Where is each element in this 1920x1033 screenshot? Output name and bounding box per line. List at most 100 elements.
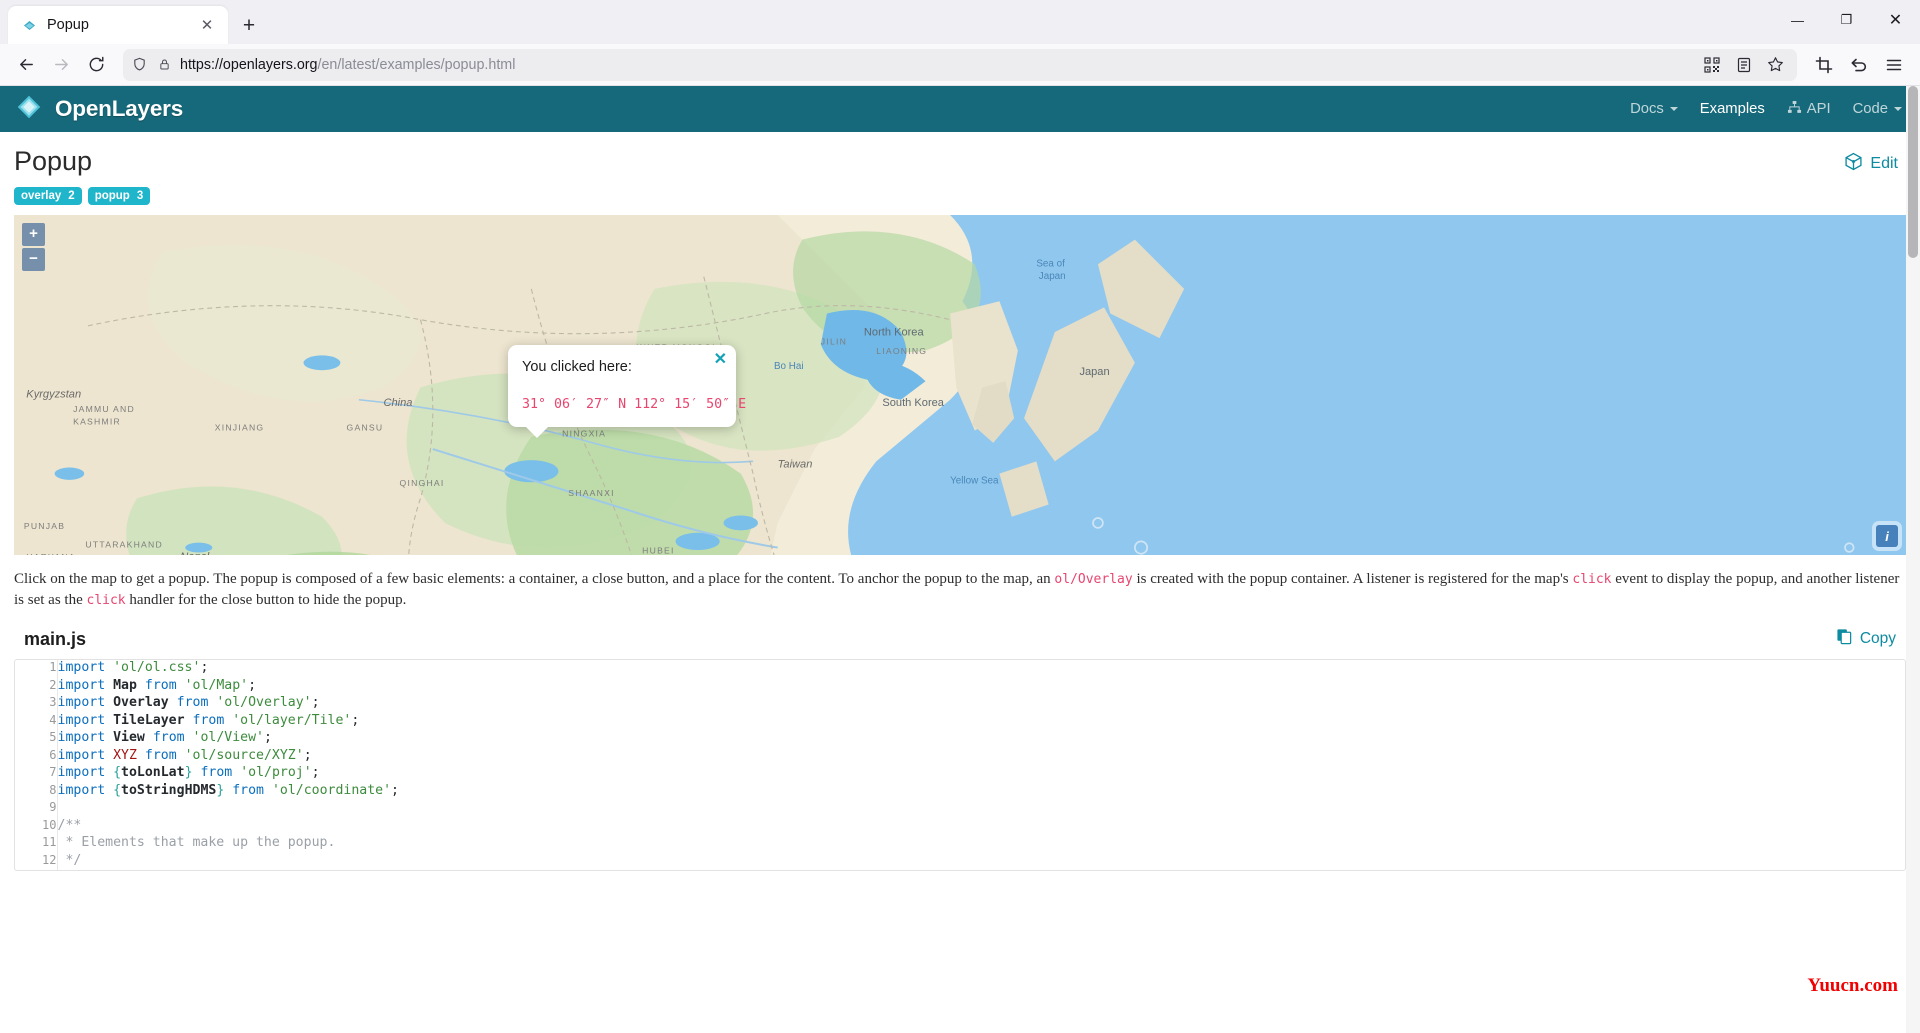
code-line-source: import Overlay from 'ol/Overlay'; — [57, 695, 320, 711]
tab-close-icon[interactable]: ✕ — [196, 14, 218, 36]
svg-text:Kyrgyzstan: Kyrgyzstan — [26, 388, 81, 400]
svg-text:HARYANA: HARYANA — [26, 552, 75, 555]
code-line-source — [57, 800, 1905, 818]
svg-text:Nepal: Nepal — [180, 551, 209, 555]
url-text: https://openlayers.org/en/latest/example… — [180, 57, 1691, 73]
code-line: 13const container = document.getElementB… — [15, 870, 1905, 871]
code-line-source: import TileLayer from 'ol/layer/Tile'; — [57, 712, 360, 728]
hamburger-menu-icon[interactable] — [1877, 48, 1910, 81]
screenshot-crop-icon[interactable] — [1807, 48, 1840, 81]
back-button[interactable] — [10, 48, 43, 81]
nav-item-api[interactable]: API — [1787, 100, 1831, 119]
code-block[interactable]: 1 import 'ol/ol.css'; 2 import Map from 'ol… — [14, 659, 1906, 872]
browser-toolbar: https://openlayers.org/en/latest/example… — [0, 44, 1920, 86]
svg-text:JAMMU AND: JAMMU AND — [73, 404, 135, 414]
code-line-number: 1 — [15, 660, 58, 678]
svg-text:PUNJAB: PUNJAB — [24, 521, 65, 531]
scrollbar-thumb[interactable] — [1908, 86, 1918, 258]
edit-button[interactable]: Edit — [1844, 152, 1898, 176]
svg-text:Sea of: Sea of — [1036, 259, 1065, 270]
copy-label: Copy — [1859, 630, 1896, 648]
browser-chrome: Popup ✕ + — ❐ ✕ https://openlayers.org/e… — [0, 0, 1920, 86]
chevron-down-icon — [1894, 107, 1902, 111]
zoom-out-button[interactable]: − — [22, 248, 45, 272]
page-content: OpenLayers Docs Examples API Code Popup … — [0, 86, 1920, 1033]
page-header: Popup overlay 2 popup 3 Edit — [0, 132, 1920, 206]
tag-label: popup — [94, 190, 130, 203]
svg-text:QINGHAI: QINGHAI — [400, 478, 445, 488]
tab-title: Popup — [47, 17, 89, 33]
undo-arrow-icon[interactable] — [1842, 48, 1875, 81]
nav-label: Docs — [1630, 101, 1664, 117]
url-bar-actions — [1697, 50, 1790, 79]
svg-text:East China: East China — [864, 554, 913, 555]
code-line-number: 13 — [15, 870, 57, 871]
svg-text:LIAONING: LIAONING — [876, 346, 927, 356]
map-attribution-button[interactable]: i — [1876, 525, 1898, 548]
forward-button[interactable] — [45, 48, 78, 81]
nav-label: API — [1806, 101, 1831, 117]
page-title: Popup — [14, 146, 93, 176]
code-line-source: import View from 'ol/View'; — [57, 730, 272, 746]
svg-text:JILIN: JILIN — [821, 336, 847, 346]
tag-count: 2 — [68, 190, 75, 203]
code-line-source: import 'ol/ol.css'; — [57, 660, 209, 676]
code-line-number: 8 — [15, 782, 58, 801]
new-tab-button[interactable]: + — [232, 8, 266, 42]
window-maximize-button[interactable]: ❐ — [1822, 2, 1871, 38]
svg-text:UTTARAKHAND: UTTARAKHAND — [85, 540, 162, 550]
svg-text:SHAANXI: SHAANXI — [568, 488, 614, 498]
map-labels: XINJIANG INNER MONGOL JILIN HEBEI SHANXI… — [24, 259, 1110, 555]
desc-code-click-2: click — [86, 592, 126, 608]
codesandbox-icon — [1844, 152, 1863, 176]
window-close-button[interactable]: ✕ — [1871, 2, 1920, 38]
code-line-source: */ — [57, 852, 82, 868]
reload-button[interactable] — [80, 48, 113, 81]
code-line-source: /** — [57, 817, 82, 833]
window-minimize-button[interactable]: — — [1773, 2, 1822, 38]
shield-icon[interactable] — [130, 57, 149, 72]
nav-label: Examples — [1699, 101, 1765, 117]
map-zoom-controls: + − — [22, 223, 45, 272]
map-container[interactable]: XINJIANG INNER MONGOL JILIN HEBEI SHANXI… — [14, 215, 1906, 556]
example-description: Click on the map to get a popup. The pop… — [14, 569, 1906, 610]
tag-overlay[interactable]: overlay 2 — [14, 187, 82, 206]
qr-code-icon[interactable] — [1697, 50, 1726, 79]
code-filename: main.js — [24, 628, 87, 649]
reader-mode-icon[interactable] — [1729, 50, 1758, 79]
nav-item-code[interactable]: Code — [1853, 101, 1902, 117]
svg-text:KASHMIR: KASHMIR — [73, 416, 121, 426]
site-header: OpenLayers Docs Examples API Code — [0, 86, 1920, 132]
code-table: 1 import 'ol/ol.css'; 2 import Map from 'ol… — [15, 660, 1905, 871]
code-line-source: import Map from 'ol/Map'; — [57, 677, 257, 693]
code-panel-header: main.js Copy — [14, 628, 1906, 659]
popup-title: You clicked here: — [522, 359, 632, 376]
code-line: 4 import TileLayer from 'ol/layer/Tile'; — [15, 712, 1905, 731]
nav-item-examples[interactable]: Examples — [1700, 101, 1765, 117]
code-line: 6 import XYZ from 'ol/source/XYZ'; — [15, 747, 1905, 766]
chevron-down-icon — [1669, 107, 1678, 111]
zoom-in-button[interactable]: + — [22, 223, 45, 247]
desc-code-click-1: click — [1572, 572, 1612, 588]
watermark: Yuucn.com — [1807, 975, 1898, 996]
page-scrollbar[interactable] — [1906, 86, 1920, 1033]
popup-coordinates: 31° 06′ 27″ N 112° 15′ 50″ E — [522, 397, 747, 413]
url-bar[interactable]: https://openlayers.org/en/latest/example… — [123, 48, 1797, 81]
nav-item-docs[interactable]: Docs — [1630, 101, 1678, 117]
tag-popup[interactable]: popup 3 — [87, 187, 151, 206]
code-line: 8 import {toStringHDMS} from 'ol/coordina… — [15, 782, 1905, 801]
star-icon[interactable] — [1761, 50, 1790, 79]
code-line-number: 4 — [15, 712, 58, 731]
desc-part-1: Click on the map to get a popup. The pop… — [14, 571, 1055, 588]
desc-part-4: handler for the close button to hide the… — [125, 591, 407, 608]
browser-tab[interactable]: Popup ✕ — [8, 6, 228, 44]
svg-text:Bo Hai: Bo Hai — [774, 361, 804, 372]
svg-text:Taiwan: Taiwan — [778, 459, 813, 471]
popup-close-icon[interactable]: ✕ — [714, 352, 727, 368]
tag-list: overlay 2 popup 3 — [14, 187, 1900, 206]
tag-count: 3 — [136, 190, 144, 203]
copy-button[interactable]: Copy — [1836, 628, 1896, 650]
site-brand[interactable]: OpenLayers — [14, 92, 183, 127]
sitemap-icon — [1787, 100, 1802, 119]
tag-label: overlay — [21, 190, 62, 203]
